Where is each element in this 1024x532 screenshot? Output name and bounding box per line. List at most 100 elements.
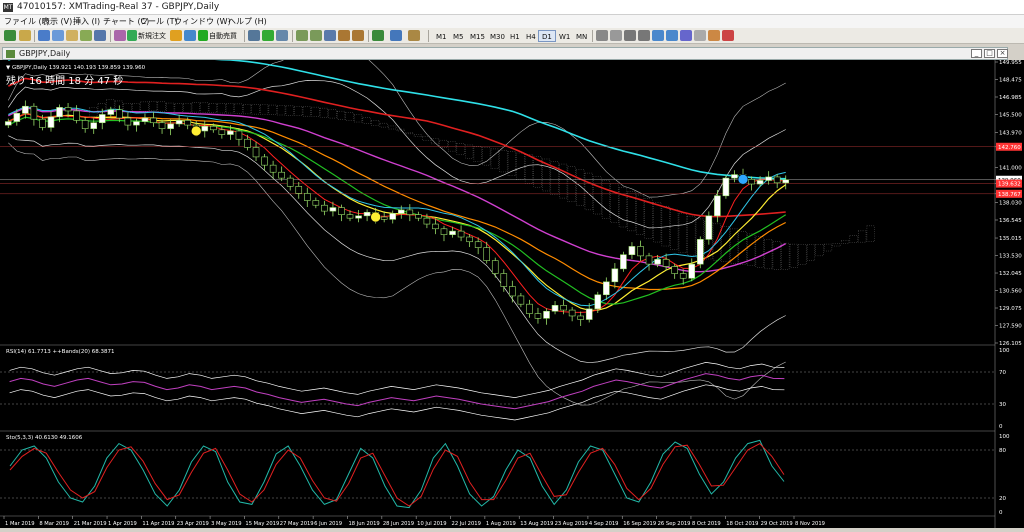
menu-bar: ファイル (F) 表示 (V) 挿入 (I) チャート (C) ツール (T) … <box>0 15 1024 28</box>
candle-body <box>534 313 542 319</box>
zoom-in-icon[interactable] <box>296 30 308 41</box>
candle-body <box>56 107 63 118</box>
candle-body <box>637 246 644 257</box>
rsi-tick-label: 100 <box>999 348 1010 354</box>
arrow-marker <box>737 173 749 185</box>
time-tick-label: 29 Oct 2019 <box>761 521 793 527</box>
horizontal-line-icon[interactable] <box>638 30 650 41</box>
auto-trading-icon[interactable] <box>198 30 208 41</box>
candle-body <box>543 310 550 319</box>
candle-body <box>98 114 106 124</box>
bar-chart-icon[interactable] <box>248 30 260 41</box>
candle-body <box>201 125 209 132</box>
price-label: 139.632 <box>998 182 1021 188</box>
vertical-line-icon[interactable] <box>624 30 636 41</box>
candle-body <box>295 186 303 194</box>
templates-icon[interactable] <box>408 30 420 41</box>
candlestick-icon[interactable] <box>262 30 274 41</box>
candle-body <box>603 281 610 296</box>
candle-body <box>731 174 738 179</box>
time-tick-label: 16 Sep 2019 <box>623 521 656 527</box>
zoom-out-icon[interactable] <box>310 30 322 41</box>
toolbar-separator <box>428 30 429 42</box>
periods-icon[interactable] <box>390 30 402 41</box>
navigator-icon[interactable] <box>66 30 78 41</box>
candle-body <box>218 129 226 135</box>
price-tick-label: 129.075 <box>999 306 1022 312</box>
candle-body <box>64 107 72 112</box>
metaeditor-icon[interactable] <box>114 30 126 41</box>
toolbar-separator <box>110 30 111 42</box>
rsi-header: RSI(14) 61.7713 ++Bands(20) 68.3871 <box>6 349 114 355</box>
crosshair-icon[interactable] <box>610 30 622 41</box>
price-tick-label: 130.560 <box>999 289 1022 295</box>
chart-window-title: GBPJPY,Daily <box>19 49 71 58</box>
candle-body <box>585 308 593 320</box>
minimize-button[interactable]: _ <box>971 49 982 58</box>
candle-body <box>782 179 790 184</box>
indicators-icon[interactable] <box>372 30 384 41</box>
candle-body <box>252 147 260 158</box>
app-icon: MT <box>3 3 13 12</box>
candle-body <box>167 123 174 129</box>
price-tick-label: 149.955 <box>999 60 1022 66</box>
candle-body <box>47 116 55 128</box>
new-chart-icon[interactable] <box>4 30 16 41</box>
price-label: 138.767 <box>998 192 1021 198</box>
strategy-tester-icon[interactable] <box>94 30 106 41</box>
arrows-icon[interactable] <box>722 30 734 41</box>
candle-body <box>415 214 422 219</box>
candle-body <box>397 209 405 214</box>
menu-insert[interactable]: 挿入 (I) <box>73 16 100 27</box>
candle-body <box>645 255 653 265</box>
buy-icon[interactable] <box>170 30 182 41</box>
candle-body <box>124 117 132 126</box>
candle-body <box>474 241 482 248</box>
history-icon[interactable] <box>184 30 196 41</box>
candle-body <box>671 266 678 274</box>
time-tick-label: 27 May 2019 <box>280 521 314 527</box>
time-tick-label: 23 Aug 2019 <box>555 521 588 527</box>
maximize-button[interactable]: □ <box>984 49 995 58</box>
candle-body <box>406 209 414 215</box>
equidistant-channel-icon[interactable] <box>666 30 678 41</box>
time-tick-label: 23 Apr 2019 <box>177 521 209 527</box>
chart-area[interactable]: ▼ GBPJPY,Daily 139.921 140.193 139.859 1… <box>0 60 1024 528</box>
new-order-button[interactable]: 新規注文 <box>138 30 166 42</box>
time-tick-label: 10 Jul 2019 <box>417 521 446 527</box>
candle-body <box>654 259 661 265</box>
candle-body <box>141 117 149 122</box>
candle-body <box>765 176 772 181</box>
chart-shift-icon[interactable] <box>352 30 364 41</box>
stochastic-header: Sto(5,3,3) 40.6130 49.1606 <box>6 435 83 441</box>
candle-body <box>594 294 602 310</box>
line-chart-icon[interactable] <box>276 30 288 41</box>
cursor-icon[interactable] <box>596 30 608 41</box>
timeframe-d1[interactable]: D1 <box>538 30 556 42</box>
chart-window-tab[interactable]: GBPJPY,Daily _ □ × <box>2 47 1008 60</box>
terminal-icon[interactable] <box>80 30 92 41</box>
close-button[interactable]: × <box>997 49 1008 58</box>
menu-window[interactable]: ウィンドウ (W) <box>174 16 231 27</box>
market-watch-icon[interactable] <box>38 30 50 41</box>
timeframe-mn[interactable]: MN <box>572 30 591 42</box>
menu-view[interactable]: 表示 (V) <box>42 16 72 27</box>
auto-trading-button[interactable]: 自動売買 <box>209 30 237 42</box>
timeframe-m5[interactable]: M5 <box>449 30 468 42</box>
menu-tools[interactable]: ツール (T) <box>140 16 178 27</box>
candle-body <box>312 200 320 206</box>
rsi-tick-label: 0 <box>999 424 1003 430</box>
candle-body <box>116 109 123 119</box>
chart-window-icon <box>6 50 15 58</box>
new-order-icon[interactable] <box>127 30 137 41</box>
data-window-icon[interactable] <box>52 30 64 41</box>
profiles-icon[interactable] <box>19 30 31 41</box>
timeframe-m1[interactable]: M1 <box>432 30 451 42</box>
text-icon[interactable] <box>694 30 706 41</box>
tile-windows-icon[interactable] <box>324 30 336 41</box>
autoscroll-icon[interactable] <box>338 30 350 41</box>
fibonacci-icon[interactable] <box>680 30 692 41</box>
menu-help[interactable]: ヘルプ (H) <box>228 16 267 27</box>
text-label-icon[interactable] <box>708 30 720 41</box>
trendline-icon[interactable] <box>652 30 664 41</box>
